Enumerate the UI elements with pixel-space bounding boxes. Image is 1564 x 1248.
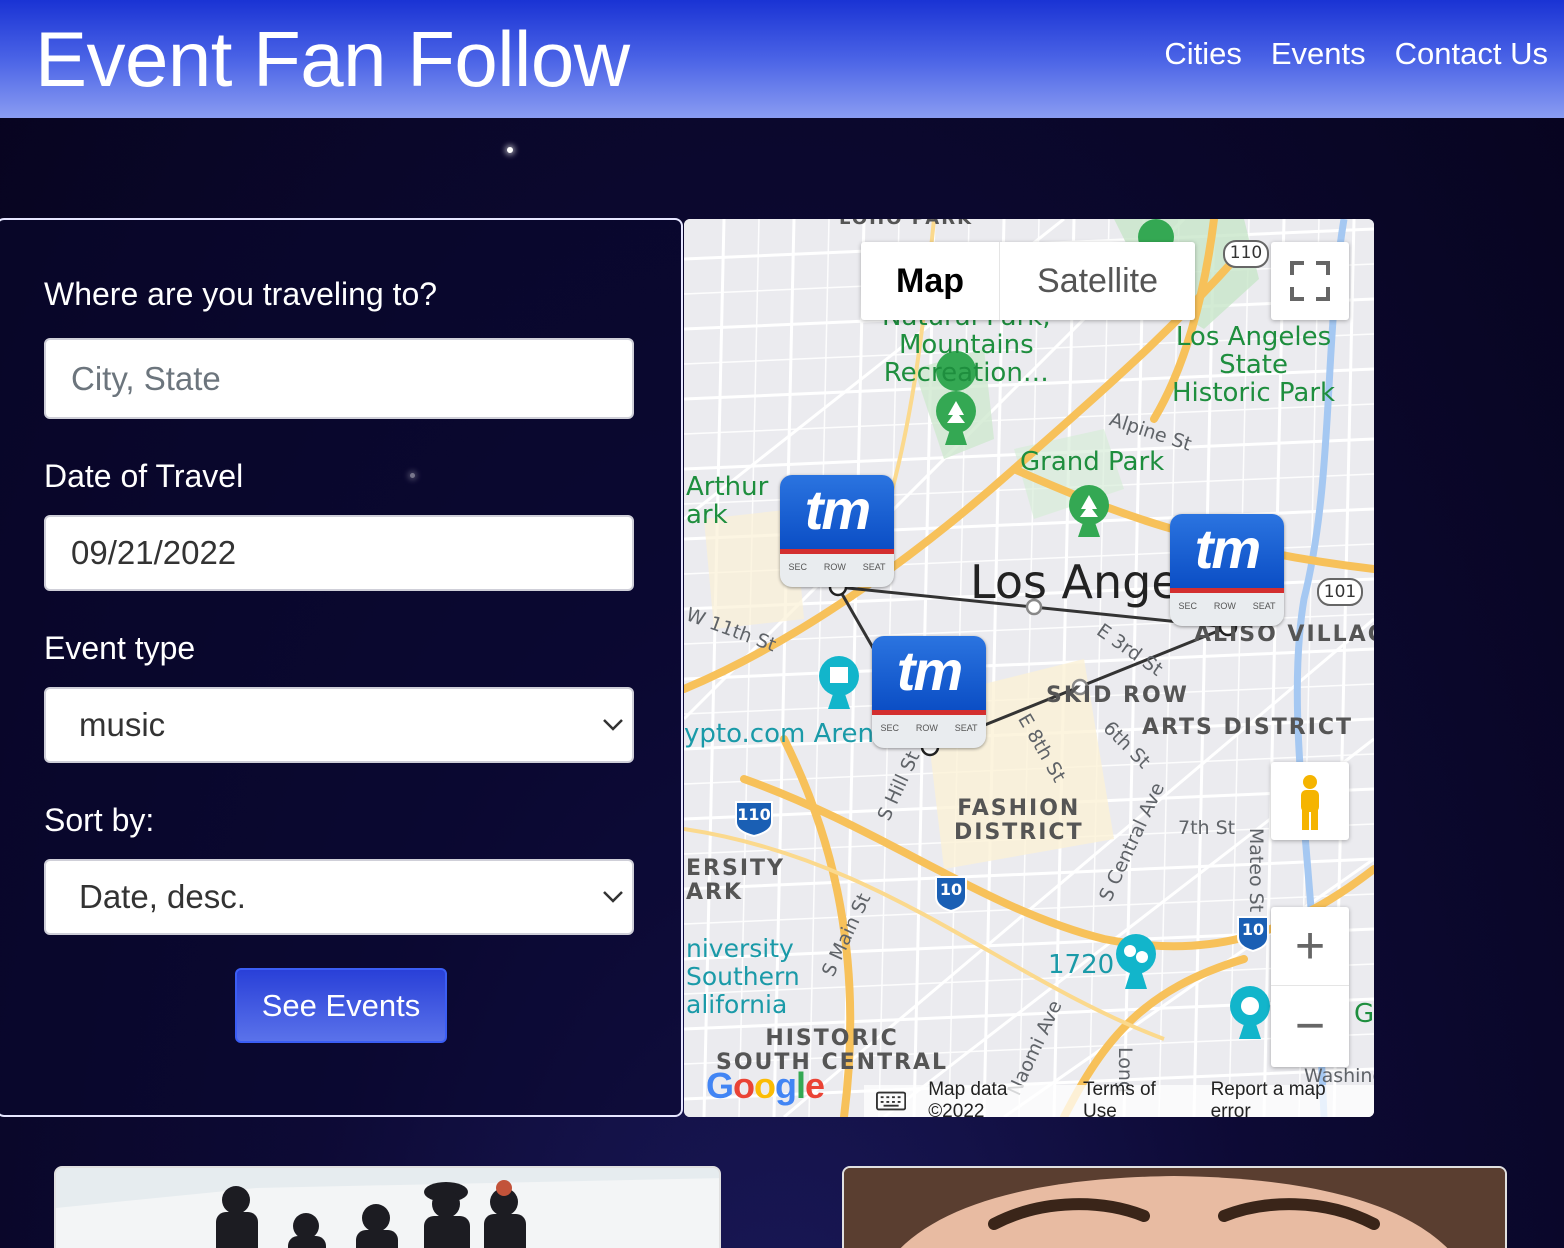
fullscreen-icon xyxy=(1290,261,1330,301)
date-input[interactable]: 09/21/2022 xyxy=(44,515,634,591)
map-label-arena: ypto.com Arena xyxy=(684,719,890,749)
terms-link[interactable]: Terms of Use xyxy=(1083,1079,1189,1117)
map-type-control: Map Satellite xyxy=(861,242,1195,320)
event-type-value: music xyxy=(79,706,166,743)
marker-sub: SEC xyxy=(1178,601,1197,611)
highway-shield-label: 101 xyxy=(1323,582,1357,602)
marker-logo: tm xyxy=(872,636,986,710)
map-label-fashion-district: FASHION DISTRICT xyxy=(954,796,1084,845)
map-label-edge: G xyxy=(1354,999,1374,1029)
map-label-street: 7th St xyxy=(1178,817,1236,839)
marker-sub: SEAT xyxy=(862,562,886,572)
highway-shield-label: 110 xyxy=(1229,243,1263,263)
event-marker[interactable]: tm SEC ROW SEAT xyxy=(872,636,986,748)
google-logo: Google xyxy=(706,1065,825,1106)
highway-shield-label: 110 xyxy=(737,805,771,824)
highway-shield-label: 10 xyxy=(1241,920,1265,939)
marker-sub: SEAT xyxy=(1252,601,1276,611)
marker-sub: SEAT xyxy=(954,723,978,733)
nav-link-events[interactable]: Events xyxy=(1271,36,1366,72)
street-view-button[interactable] xyxy=(1271,762,1349,840)
nav-link-cities[interactable]: Cities xyxy=(1164,36,1242,72)
destination-label: Where are you traveling to? xyxy=(44,276,438,312)
chevron-down-icon xyxy=(603,719,623,731)
map-type-map-button[interactable]: Map xyxy=(861,242,999,320)
event-type-label: Event type xyxy=(44,630,196,666)
event-card-image xyxy=(844,1168,1505,1248)
sort-select[interactable]: Date, desc. xyxy=(44,859,634,935)
event-marker[interactable]: tm SEC ROW SEAT xyxy=(1170,514,1284,626)
map-label-state-park: Los Angeles State Historic Park xyxy=(1172,322,1336,408)
event-card[interactable] xyxy=(54,1166,721,1248)
marker-sub: SEC xyxy=(788,562,807,572)
map-label-top: LOHO PARK xyxy=(839,219,973,231)
map-label-arthur: Arthur ark xyxy=(686,472,769,530)
map-label-usc: niversity Southern alifornia xyxy=(686,934,800,1019)
zoom-out-button[interactable]: − xyxy=(1271,986,1349,1065)
map-type-satellite-button[interactable]: Satellite xyxy=(999,242,1195,320)
map-label-grand-park: Grand Park xyxy=(1020,447,1165,477)
date-label: Date of Travel xyxy=(44,458,244,494)
keyboard-icon[interactable] xyxy=(876,1091,907,1111)
see-events-button[interactable]: See Events xyxy=(235,968,447,1043)
map-label-venue: 1720 xyxy=(1048,950,1115,980)
search-form-panel: Where are you traveling to? City, State … xyxy=(0,218,683,1117)
highway-shield-label: 10 xyxy=(939,880,963,899)
map-label-street: Mateo St xyxy=(1245,827,1268,913)
marker-sub: ROW xyxy=(823,562,846,572)
pegman-icon xyxy=(1301,775,1319,830)
marker-sub: ROW xyxy=(915,723,938,733)
map-data-text: Map data ©2022 xyxy=(928,1079,1008,1117)
map-label-exposition: ERSITY ARK xyxy=(686,856,785,905)
marker-sub: ROW xyxy=(1213,601,1236,611)
marker-logo: tm xyxy=(780,475,894,549)
event-marker[interactable]: tm SEC ROW SEAT xyxy=(780,475,894,587)
map-label-arts-district: ARTS DISTRICT xyxy=(1142,715,1354,740)
nav-link-contact[interactable]: Contact Us xyxy=(1395,36,1548,72)
events-map[interactable]: LOHO PARK Natural Park, Mountains Recrea… xyxy=(684,219,1374,1117)
map-attribution: Map data ©2022 Terms of Use Report a map… xyxy=(864,1079,1374,1117)
fullscreen-button[interactable] xyxy=(1271,242,1349,320)
sort-label: Sort by: xyxy=(44,802,155,838)
zoom-in-button[interactable]: + xyxy=(1271,907,1349,986)
event-card[interactable] xyxy=(842,1166,1507,1248)
chevron-down-icon xyxy=(603,891,623,903)
report-error-link[interactable]: Report a map error xyxy=(1211,1079,1362,1117)
marker-logo: tm xyxy=(1170,514,1284,588)
event-card-image xyxy=(56,1168,719,1248)
site-brand[interactable]: Event Fan Follow xyxy=(35,14,630,105)
event-type-select[interactable]: music xyxy=(44,687,634,763)
sort-value: Date, desc. xyxy=(79,878,246,915)
destination-input[interactable]: City, State xyxy=(44,338,634,419)
star-decoration xyxy=(507,147,513,153)
map-label-city: Los Ange xyxy=(970,555,1180,609)
main-nav: Cities Events Contact Us xyxy=(1164,36,1548,72)
zoom-control: + − xyxy=(1271,907,1349,1067)
map-label-skid-row: SKID ROW xyxy=(1046,683,1189,708)
site-header: Event Fan Follow Cities Events Contact U… xyxy=(0,0,1564,118)
map-label-aliso: ALISO VILLAG xyxy=(1194,622,1374,647)
marker-sub: SEC xyxy=(880,723,899,733)
